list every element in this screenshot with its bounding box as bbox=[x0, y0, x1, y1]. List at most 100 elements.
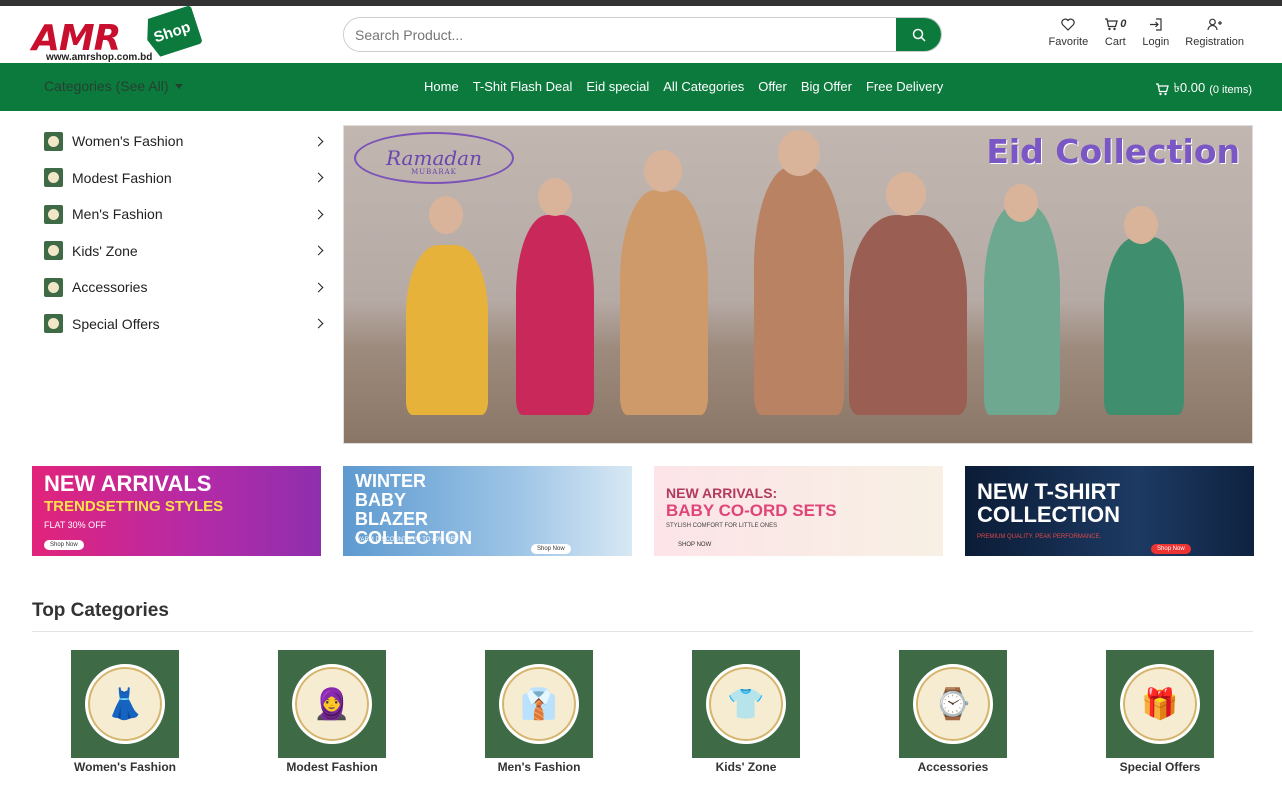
dress-icon: 👗 bbox=[85, 664, 165, 744]
nav-eid-special[interactable]: Eid special bbox=[586, 79, 649, 94]
shirt-icon: 👔 bbox=[499, 664, 579, 744]
banner-note: PREMIUM QUALITY. PEAK PERFORMANCE. bbox=[977, 534, 1102, 540]
nav-offer[interactable]: Offer bbox=[758, 79, 787, 94]
cart-summary[interactable]: ৳0.00 (0 items) bbox=[1155, 79, 1252, 100]
site-header: AMR Shop www.amrshop.com.bd Favorite 0 C… bbox=[0, 6, 1282, 63]
sidebar-item-label: Modest Fashion bbox=[72, 169, 172, 186]
top-category-accessories[interactable]: ⌚ Accessories bbox=[860, 650, 1046, 774]
top-category-womens-fashion[interactable]: 👗 Women's Fashion bbox=[32, 650, 218, 774]
registration-label: Registration bbox=[1185, 36, 1244, 48]
special-offers-icon bbox=[44, 314, 63, 334]
favorite-label: Favorite bbox=[1048, 36, 1089, 48]
cart-icon bbox=[1156, 83, 1170, 96]
banner-title: NEW ARRIVALS: bbox=[666, 485, 778, 501]
sidebar-item-special-offers[interactable]: Special Offers bbox=[44, 306, 326, 343]
category-label: Men's Fashion bbox=[497, 760, 581, 774]
category-tile: 👔 bbox=[485, 650, 593, 758]
abaya-icon: 🧕 bbox=[292, 664, 372, 744]
top-category-special-offers[interactable]: 🎁 Special Offers bbox=[1067, 650, 1253, 774]
ramadan-text: Ramadan bbox=[386, 146, 482, 170]
category-sidebar: Women's Fashion Modest Fashion Men's Fas… bbox=[44, 123, 326, 342]
mubarak-text: MUBARAK bbox=[411, 168, 457, 176]
modest-fashion-icon bbox=[44, 168, 63, 188]
cart-button[interactable]: 0 Cart bbox=[1096, 16, 1134, 48]
ramadan-mubarak-badge: Ramadan MUBARAK bbox=[354, 132, 514, 184]
category-tile: 🎁 bbox=[1106, 650, 1214, 758]
caret-down-icon bbox=[174, 83, 183, 89]
sidebar-item-mens-fashion[interactable]: Men's Fashion bbox=[44, 196, 326, 233]
nav-home[interactable]: Home bbox=[424, 79, 459, 94]
category-tile: ⌚ bbox=[899, 650, 1007, 758]
banner-note: FLAT 30% OFF bbox=[44, 520, 107, 530]
category-tile: 🧕 bbox=[278, 650, 386, 758]
shop-now-button[interactable]: Shop Now bbox=[531, 544, 571, 554]
user-plus-icon bbox=[1207, 16, 1223, 32]
promo-banner-new-arrivals[interactable]: NEW ARRIVALS TRENDSETTING STYLES FLAT 30… bbox=[32, 466, 321, 556]
kids-clothes-icon: 👕 bbox=[706, 664, 786, 744]
shop-now-button[interactable]: Shop Now bbox=[44, 540, 84, 550]
top-category-kids-zone[interactable]: 👕 Kids' Zone bbox=[653, 650, 839, 774]
chevron-right-icon bbox=[313, 282, 324, 293]
shop-now-button[interactable]: Shop Now bbox=[1151, 544, 1191, 554]
category-label: Kids' Zone bbox=[715, 760, 777, 774]
nav-free-delivery[interactable]: Free Delivery bbox=[866, 79, 943, 94]
section-divider bbox=[32, 631, 1253, 632]
chevron-right-icon bbox=[313, 172, 324, 183]
banner-title: NEW T-SHIRT COLLECTION bbox=[977, 479, 1120, 528]
login-icon bbox=[1149, 16, 1163, 32]
promo-banner-tshirt[interactable]: NEW T-SHIRT COLLECTION PREMIUM QUALITY. … bbox=[965, 466, 1254, 556]
womens-fashion-icon bbox=[44, 131, 63, 151]
chevron-right-icon bbox=[313, 136, 324, 147]
category-label: Modest Fashion bbox=[286, 760, 378, 774]
chevron-right-icon bbox=[313, 209, 324, 220]
main-nav: Categories (See All) Home T-Shit Flash D… bbox=[0, 63, 1282, 111]
sidebar-item-modest-fashion[interactable]: Modest Fashion bbox=[44, 160, 326, 197]
hero-banner[interactable]: Ramadan MUBARAK Eid Collection bbox=[343, 125, 1253, 444]
header-actions: Favorite 0 Cart Login Registration bbox=[1041, 16, 1253, 48]
category-label: Women's Fashion bbox=[74, 760, 176, 774]
category-label: Accessories bbox=[917, 760, 989, 774]
shop-now-button[interactable]: SHOP NOW bbox=[672, 540, 717, 550]
sidebar-item-kids-zone[interactable]: Kids' Zone bbox=[44, 233, 326, 270]
cart-label: Cart bbox=[1104, 36, 1126, 48]
sidebar-item-label: Kids' Zone bbox=[72, 242, 138, 259]
sidebar-item-label: Women's Fashion bbox=[72, 133, 184, 150]
sidebar-item-womens-fashion[interactable]: Women's Fashion bbox=[44, 123, 326, 160]
search-bar bbox=[343, 17, 942, 52]
accessories-icon bbox=[44, 277, 63, 297]
nav-tshirt-flash-deal[interactable]: T-Shit Flash Deal bbox=[473, 79, 573, 94]
login-button[interactable]: Login bbox=[1134, 16, 1177, 48]
categories-dropdown[interactable]: Categories (See All) bbox=[44, 78, 183, 94]
registration-button[interactable]: Registration bbox=[1177, 16, 1252, 48]
login-label: Login bbox=[1142, 36, 1170, 48]
nav-big-offer[interactable]: Big Offer bbox=[801, 79, 852, 94]
chevron-right-icon bbox=[313, 318, 324, 329]
top-category-mens-fashion[interactable]: 👔 Men's Fashion bbox=[446, 650, 632, 774]
heart-icon bbox=[1061, 16, 1076, 32]
promo-banners: NEW ARRIVALS TRENDSETTING STYLES FLAT 30… bbox=[32, 466, 1254, 556]
logo-badge: Shop bbox=[141, 5, 203, 59]
sidebar-item-label: Special Offers bbox=[72, 315, 160, 332]
search-input[interactable] bbox=[344, 18, 896, 51]
gift-icon: 🎁 bbox=[1120, 664, 1200, 744]
site-logo[interactable]: AMR Shop www.amrshop.com.bd bbox=[32, 10, 202, 63]
top-categories-title: Top Categories bbox=[32, 600, 169, 621]
top-category-modest-fashion[interactable]: 🧕 Modest Fashion bbox=[239, 650, 425, 774]
sidebar-item-accessories[interactable]: Accessories bbox=[44, 269, 326, 306]
promo-banner-winter-blazer[interactable]: WINTER BABY BLAZER COLLECTION WARM DISCO… bbox=[343, 466, 632, 556]
logo-url: www.amrshop.com.bd bbox=[46, 52, 153, 63]
favorite-button[interactable]: Favorite bbox=[1041, 16, 1097, 48]
cart-total: ৳0.00 bbox=[1173, 80, 1206, 95]
nav-all-categories[interactable]: All Categories bbox=[663, 79, 744, 94]
category-label: Special Offers bbox=[1119, 760, 1201, 774]
promo-banner-baby-coord[interactable]: NEW ARRIVALS: BABY CO-ORD SETS STYLISH C… bbox=[654, 466, 943, 556]
cart-items-count: (0 items) bbox=[1209, 83, 1252, 96]
nav-menu: Home T-Shit Flash Deal Eid special All C… bbox=[424, 79, 943, 94]
kids-zone-icon bbox=[44, 241, 63, 261]
top-categories-grid: 👗 Women's Fashion 🧕 Modest Fashion 👔 Men… bbox=[32, 650, 1253, 774]
search-button[interactable] bbox=[896, 18, 941, 51]
cart-count: 0 bbox=[1120, 18, 1127, 30]
sidebar-item-label: Accessories bbox=[72, 279, 148, 296]
mens-fashion-icon bbox=[44, 204, 63, 224]
watch-icon: ⌚ bbox=[913, 664, 993, 744]
